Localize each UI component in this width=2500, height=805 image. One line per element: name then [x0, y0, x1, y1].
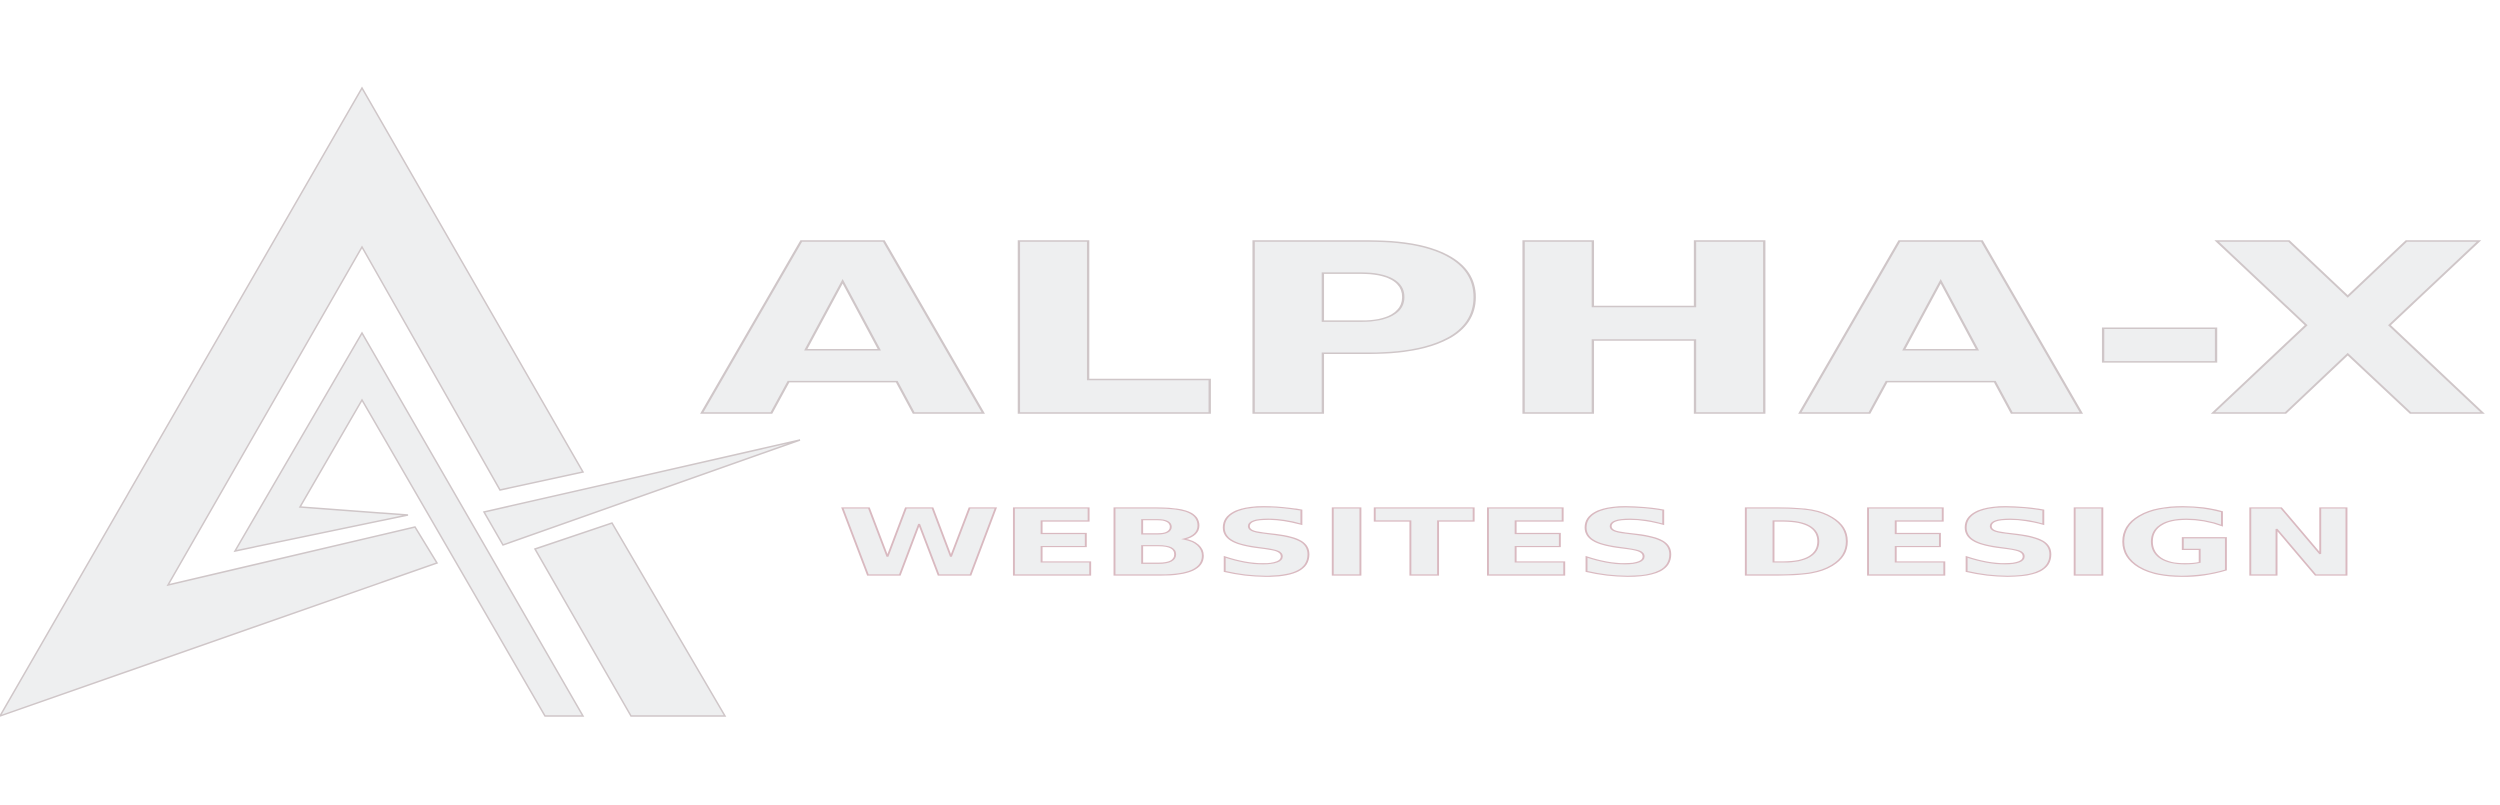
- brand-subtitle: WEBSITES DESIGN: [838, 490, 2360, 597]
- stylized-a-with-arrow-icon: [0, 86, 801, 717]
- brand-title: ALPHA-X: [700, 225, 2490, 469]
- wordmark: ALPHA-X WEBSITES DESIGN: [700, 225, 2491, 598]
- logo-canvas: ALPHA-X WEBSITES DESIGN: [0, 0, 2500, 805]
